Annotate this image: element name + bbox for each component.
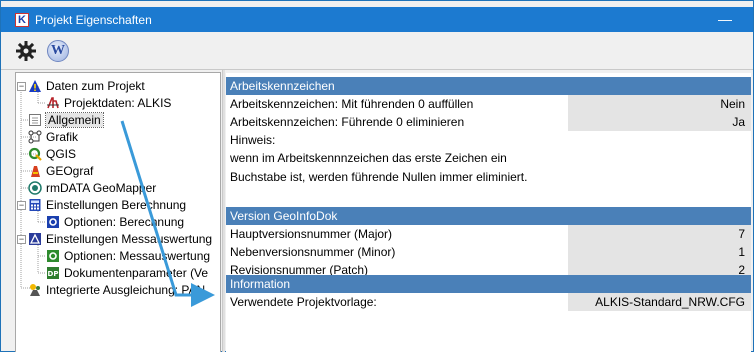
property-grid: Arbeitskennzeichen Arbeitskennzeichen: M… [226,73,751,352]
svg-text:DP: DP [48,270,59,278]
tree-item-geograf[interactable]: GEOgraf [28,162,93,179]
toolbar: W [1,32,753,69]
geomapper-icon [28,180,42,195]
hint-text-line: wenn im Arbeitskennnzeichen das erste Ze… [230,151,507,165]
property-value[interactable]: 1 [568,243,751,261]
property-row[interactable]: Arbeitskennzeichen: Mit führenden 0 auff… [226,95,751,113]
pan-icon [28,283,42,297]
property-label: Arbeitskennzeichen: Mit führenden 0 auff… [230,97,474,111]
gear-icon [16,40,36,61]
pane-splitter[interactable] [222,70,225,352]
property-row[interactable]: Verwendete Projektvorlage: ALKIS-Standar… [226,293,751,311]
dialog-window: K Projekt Eigenschaften — W − Daten zum … [0,0,754,352]
settings-button[interactable] [13,38,39,64]
measurement-icon [28,232,42,246]
property-value[interactable]: ALKIS-Standard_NRW.CFG [568,293,751,311]
tree-item-label: Allgemein [45,111,104,128]
tree-item-daten-zum-projekt[interactable]: Daten zum Projekt [28,77,145,94]
wiki-button[interactable]: W [45,38,71,64]
tree-item-label: Daten zum Projekt [46,78,145,93]
property-row[interactable]: Nebenversionsnummer (Minor) 1 [226,243,751,261]
window-title: Projekt Eigenschaften [35,12,152,27]
tree-item-grafik[interactable]: Grafik [28,128,78,145]
expander-daten-zum-projekt[interactable]: − [17,82,26,91]
qgis-icon [28,147,42,161]
expander-einstellungen-berechnung[interactable]: − [17,201,26,210]
document-icon [28,113,42,127]
tree-item-optionen-messauswertung[interactable]: Optionen: Messauswertung [46,247,210,264]
tree-item-label: Grafik [46,129,79,144]
tree-item-label: GEOgraf [46,163,94,178]
property-row[interactable]: Arbeitskennzeichen: Führende 0 eliminier… [226,113,751,131]
tree-item-label: Einstellungen Berechnung [46,197,187,212]
project-tree[interactable]: − Daten zum Projekt Projektdaten: ALKIS … [15,72,221,352]
tree-item-optionen-berechnung[interactable]: Optionen: Berechnung [46,213,184,230]
tree-item-einstellungen-messauswertung[interactable]: Einstellungen Messauswertung [28,230,212,247]
property-label: Nebenversionsnummer (Minor) [230,245,396,259]
toolbar-divider [1,69,753,70]
tree-item-rmdata[interactable]: rmDATA GeoMapper [28,179,156,196]
section-header-arbeitskennzeichen[interactable]: Arbeitskennzeichen [226,77,751,95]
warning-triangle-icon [28,79,42,93]
tree-item-label: Projektdaten: ALKIS [64,95,172,110]
property-label: Arbeitskennzeichen: Führende 0 eliminier… [230,115,465,129]
property-row[interactable]: Hauptversionsnummer (Major) 7 [226,225,751,243]
tree-item-einstellungen-berechnung[interactable]: Einstellungen Berechnung [28,196,186,213]
tree-item-label: rmDATA GeoMapper [46,180,157,195]
tree-item-label: Einstellungen Messauswertung [46,231,213,246]
tree-item-allgemein[interactable]: Allgemein [28,111,104,128]
tree-item-label: Dokumentenparameter (Ve [64,265,209,280]
property-value[interactable]: Ja [568,113,751,131]
dp-icon: DP [46,266,60,280]
section-header-information[interactable]: Information [226,275,751,293]
minimize-button[interactable]: — [715,9,735,29]
property-value[interactable]: Nein [568,95,751,113]
hint-text-line: Buchstabe ist, werden führende Nullen im… [230,170,528,184]
property-value[interactable]: 7 [568,225,751,243]
wiki-icon: W [47,39,69,62]
geograf-icon [28,164,42,178]
tree-item-integrierte-ausgleichung[interactable]: Integrierte Ausgleichung: PAN [28,281,205,298]
tree-item-dokumentenparameter[interactable]: DP Dokumentenparameter (Ve [46,264,208,281]
tree-item-label: Optionen: Berechnung [64,214,185,229]
graph-icon [28,130,42,144]
calculator-icon [28,198,42,212]
tree-item-qgis[interactable]: QGIS [28,145,76,162]
app-logo-icon: K [15,12,29,27]
section-header-version[interactable]: Version GeoInfoDok [226,207,751,225]
options-o-icon [46,215,60,229]
property-label: Verwendete Projektvorlage: [230,295,377,309]
options-o-green-icon [46,249,60,263]
hint-heading: Hinweis: [230,133,276,147]
tree-item-label: QGIS [46,146,77,161]
tree-item-projektdaten[interactable]: Projektdaten: ALKIS [46,94,171,111]
expander-einstellungen-messauswertung[interactable]: − [17,235,26,244]
tree-item-label: Integrierte Ausgleichung: PAN [46,282,206,297]
tree-item-label: Optionen: Messauswertung [64,248,211,263]
title-bar[interactable]: K Projekt Eigenschaften — [1,7,753,32]
property-label: Hauptversionsnummer (Major) [230,227,393,241]
alkis-icon [46,96,60,110]
